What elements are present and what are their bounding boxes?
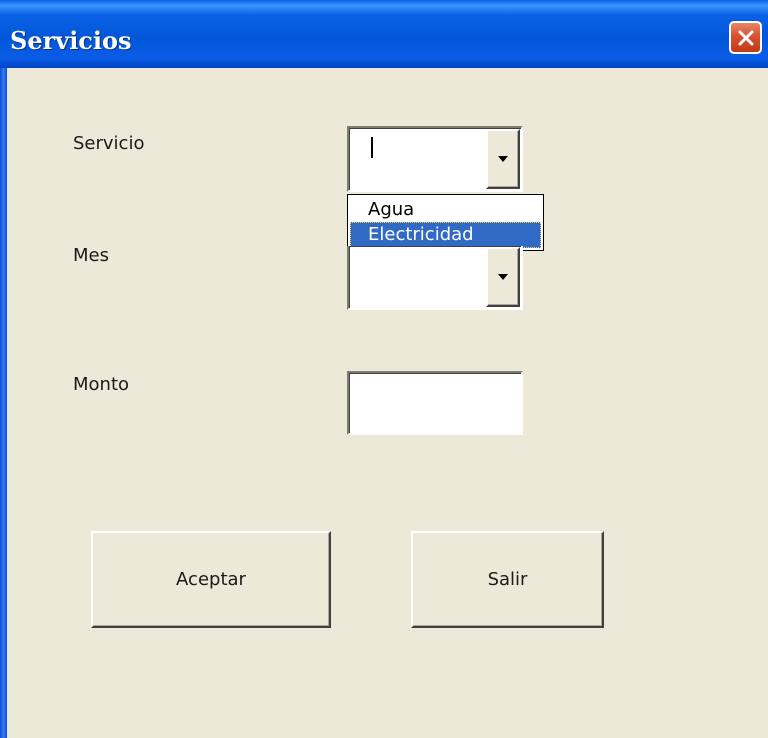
- monto-label: Monto: [73, 374, 130, 395]
- close-icon: [738, 30, 753, 45]
- servicio-label: Servicio: [73, 133, 145, 154]
- dropdown-option-electricidad[interactable]: Electricidad: [350, 222, 541, 248]
- dropdown-option-agua[interactable]: Agua: [350, 197, 541, 223]
- mes-dropdown-button[interactable]: [486, 247, 520, 307]
- salir-button-label: Salir: [487, 569, 528, 590]
- window-title: Servicios: [10, 26, 132, 55]
- mes-label: Mes: [73, 245, 109, 266]
- monto-input[interactable]: [347, 371, 523, 435]
- salir-button[interactable]: Salir: [411, 531, 604, 628]
- title-bar[interactable]: Servicios: [0, 0, 768, 68]
- aceptar-button[interactable]: Aceptar: [91, 531, 331, 628]
- aceptar-button-label: Aceptar: [176, 569, 246, 590]
- window-left-border: [0, 68, 7, 738]
- text-caret: [371, 137, 373, 158]
- chevron-down-icon: [498, 274, 508, 280]
- servicio-dropdown-button[interactable]: [486, 129, 520, 189]
- mes-combobox[interactable]: [347, 246, 523, 310]
- servicio-combobox[interactable]: [347, 126, 523, 192]
- dialog-window: Servicios Servicio Agua Electricidad Mes…: [0, 0, 768, 738]
- chevron-down-icon: [498, 156, 508, 162]
- servicio-dropdown-list: Agua Electricidad: [347, 194, 544, 251]
- close-button[interactable]: [729, 21, 762, 54]
